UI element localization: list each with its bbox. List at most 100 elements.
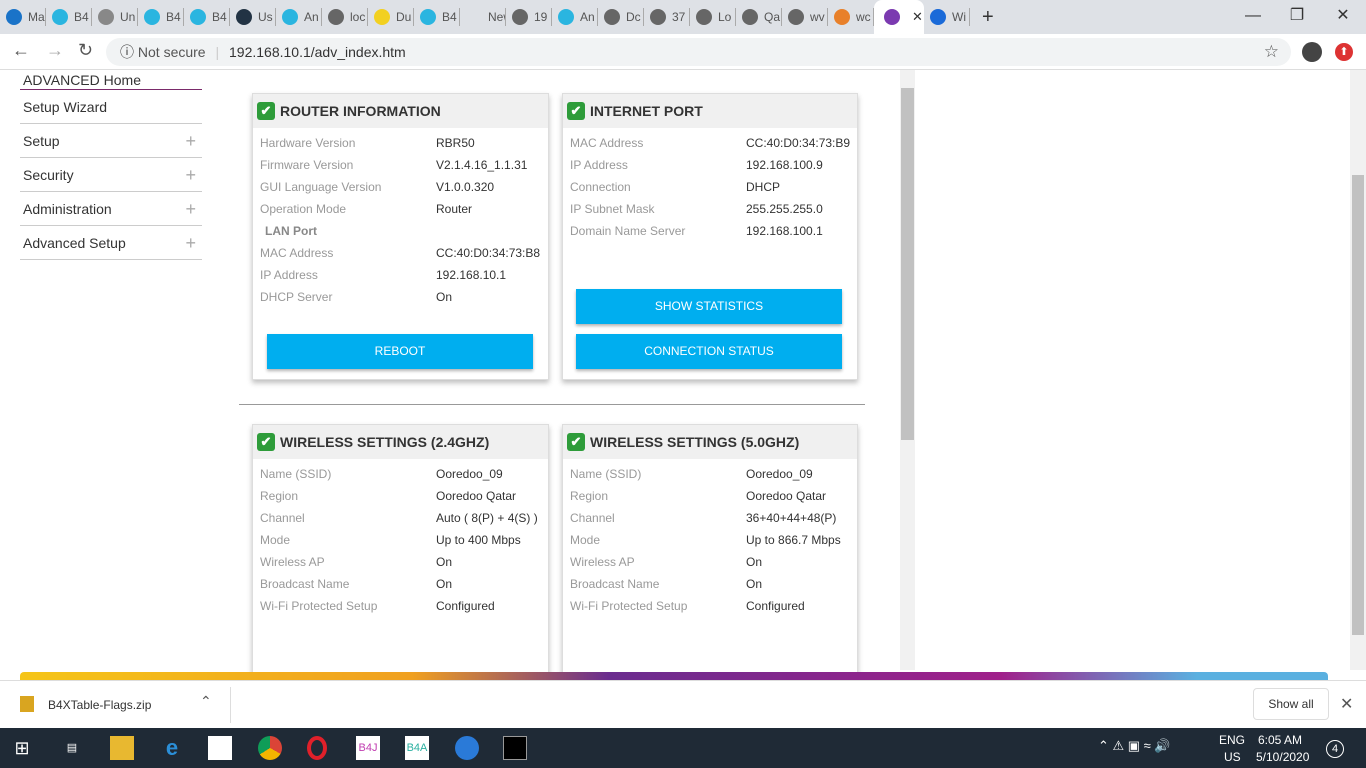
close-download-bar-icon[interactable]: ✕ bbox=[1340, 694, 1353, 714]
info-label: Operation Mode bbox=[260, 202, 347, 216]
info-label: DHCP Server bbox=[260, 290, 333, 304]
extension-icon[interactable]: ⬆ bbox=[1335, 43, 1353, 61]
browser-tab[interactable]: Qa bbox=[736, 8, 782, 26]
sidebar-item[interactable]: ADVANCED Home bbox=[20, 70, 202, 90]
tab-title: 37 bbox=[672, 10, 686, 24]
reboot-button[interactable]: REBOOT bbox=[267, 334, 533, 369]
task-view-icon[interactable]: ▤ bbox=[60, 736, 84, 760]
browser-tab[interactable]: Dc bbox=[598, 8, 644, 26]
expand-plus-icon[interactable]: + bbox=[185, 158, 196, 192]
sidebar-item[interactable]: Advanced Setup + bbox=[20, 226, 202, 260]
browser-tab[interactable]: New Ta bbox=[460, 8, 506, 26]
expand-plus-icon[interactable]: + bbox=[185, 124, 196, 158]
connection-status-button[interactable]: CONNECTION STATUS bbox=[576, 334, 842, 369]
b4j-icon[interactable]: B4J bbox=[356, 736, 380, 760]
profile-avatar[interactable] bbox=[1302, 42, 1322, 62]
security-label[interactable]: Not secure bbox=[138, 44, 206, 60]
page-scrollbar[interactable] bbox=[1350, 70, 1366, 670]
sidebar-item[interactable]: Security + bbox=[20, 158, 202, 192]
browser-tab[interactable]: 37 bbox=[644, 8, 690, 26]
browser-tab[interactable]: Un bbox=[92, 8, 138, 26]
info-row: MAC Address CC:40:D0:34:73:B9 bbox=[563, 132, 857, 154]
back-icon[interactable]: ← bbox=[12, 40, 30, 61]
browser-tab[interactable]: B4 bbox=[184, 8, 230, 26]
expand-plus-icon[interactable]: + bbox=[185, 226, 196, 260]
panel-body: Name (SSID) Ooredoo_09 Region Ooredoo Qatar… bbox=[253, 459, 548, 617]
b4a-icon[interactable]: B4A bbox=[405, 736, 429, 760]
close-window-button[interactable]: ✕ bbox=[1320, 0, 1366, 32]
info-label: IP Address bbox=[570, 158, 628, 172]
browser-tab[interactable]: Ma bbox=[0, 8, 46, 26]
clock-date[interactable]: 5/10/2020 bbox=[1256, 750, 1309, 764]
browser-tab[interactable]: Us bbox=[230, 8, 276, 26]
browser-tab[interactable]: Du bbox=[368, 8, 414, 26]
tab-title: An bbox=[304, 10, 319, 24]
expand-plus-icon[interactable]: + bbox=[185, 192, 196, 226]
region[interactable]: US bbox=[1224, 750, 1241, 764]
file-explorer-icon[interactable] bbox=[110, 736, 134, 760]
tab-favicon-icon bbox=[328, 9, 344, 25]
notifications-badge[interactable]: 4 bbox=[1326, 740, 1344, 758]
browser-tab[interactable]: ✕ bbox=[874, 0, 924, 34]
browser-tab[interactable]: Wi bbox=[924, 8, 970, 26]
chrome-icon[interactable] bbox=[258, 736, 282, 760]
browser-tab[interactable]: wv bbox=[782, 8, 828, 26]
info-value: Auto ( 8(P) + 4(S) ) bbox=[436, 511, 538, 525]
browser-tab[interactable]: B4 bbox=[414, 8, 460, 26]
app-icon[interactable] bbox=[455, 736, 479, 760]
info-row: Region Ooredoo Qatar bbox=[253, 485, 548, 507]
info-label: Firmware Version bbox=[260, 158, 354, 172]
info-row: Domain Name Server 192.168.100.1 bbox=[563, 220, 857, 242]
sidebar-item-label: Advanced Setup bbox=[23, 235, 126, 251]
info-row: Operation Mode Router bbox=[253, 198, 548, 220]
windows-start-icon[interactable]: ⊞ bbox=[10, 736, 34, 760]
new-tab-icon[interactable]: + bbox=[982, 6, 994, 29]
tab-title: B4 bbox=[442, 10, 457, 24]
language[interactable]: ENG bbox=[1219, 733, 1245, 747]
info-row: Region Ooredoo Qatar bbox=[563, 485, 857, 507]
tab-favicon-icon bbox=[144, 9, 160, 25]
minimize-button[interactable]: — bbox=[1230, 0, 1276, 32]
edge-icon[interactable]: e bbox=[160, 736, 184, 760]
browser-tab[interactable]: B4 bbox=[138, 8, 184, 26]
info-row: GUI Language Version V1.0.0.320 bbox=[253, 176, 548, 198]
clock-time[interactable]: 6:05 AM bbox=[1258, 733, 1302, 747]
browser-tab[interactable]: B4 bbox=[46, 8, 92, 26]
browser-tab[interactable]: Lo bbox=[690, 8, 736, 26]
close-tab-icon[interactable]: ✕ bbox=[912, 9, 923, 25]
tab-favicon-icon bbox=[884, 9, 900, 25]
info-row: Connection DHCP bbox=[563, 176, 857, 198]
chevron-up-icon[interactable]: ⌃ bbox=[200, 693, 212, 710]
sidebar-item[interactable]: Administration + bbox=[20, 192, 202, 226]
reload-icon[interactable]: ↻ bbox=[78, 40, 93, 61]
tab-favicon-icon bbox=[742, 9, 758, 25]
info-label: Wireless AP bbox=[260, 555, 325, 569]
browser-tab[interactable]: wc bbox=[828, 8, 874, 26]
address-input[interactable]: ⓘ Not secure | 192.168.10.1/adv_index.ht… bbox=[106, 38, 1291, 66]
tray-icons[interactable]: ⌃ ⚠ ▣ ≈ 🔊 bbox=[1098, 738, 1171, 754]
tab-favicon-icon bbox=[6, 9, 22, 25]
forward-icon[interactable]: → bbox=[46, 40, 64, 61]
browser-tab[interactable]: An bbox=[552, 8, 598, 26]
sidebar-item[interactable]: Setup + bbox=[20, 124, 202, 158]
bookmark-star-icon[interactable]: ☆ bbox=[1264, 38, 1279, 66]
download-filename[interactable]: B4XTable-Flags.zip bbox=[48, 698, 151, 712]
browser-tab[interactable]: An bbox=[276, 8, 322, 26]
sidebar-item[interactable]: Setup Wizard bbox=[20, 90, 202, 124]
tab-title: Us bbox=[258, 10, 273, 24]
info-value: RBR50 bbox=[436, 136, 475, 150]
content-scrollbar[interactable] bbox=[900, 70, 915, 670]
browser-tab[interactable]: loc bbox=[322, 8, 368, 26]
opera-icon[interactable] bbox=[307, 736, 327, 760]
info-label: IP Address bbox=[260, 268, 318, 282]
info-icon[interactable]: ⓘ bbox=[120, 44, 134, 60]
browser-tab[interactable]: 19 bbox=[506, 8, 552, 26]
tab-title: Dc bbox=[626, 10, 641, 24]
show-all-button[interactable]: Show all bbox=[1253, 688, 1329, 720]
terminal-icon[interactable] bbox=[503, 736, 527, 760]
store-icon[interactable] bbox=[208, 736, 232, 760]
internet-port-panel: ✔ INTERNET PORT MAC Address CC:40:D0:34:73:… bbox=[562, 93, 858, 380]
restore-button[interactable]: ❐ bbox=[1274, 0, 1320, 32]
show-statistics-button[interactable]: SHOW STATISTICS bbox=[576, 289, 842, 324]
info-label: Connection bbox=[570, 180, 631, 194]
